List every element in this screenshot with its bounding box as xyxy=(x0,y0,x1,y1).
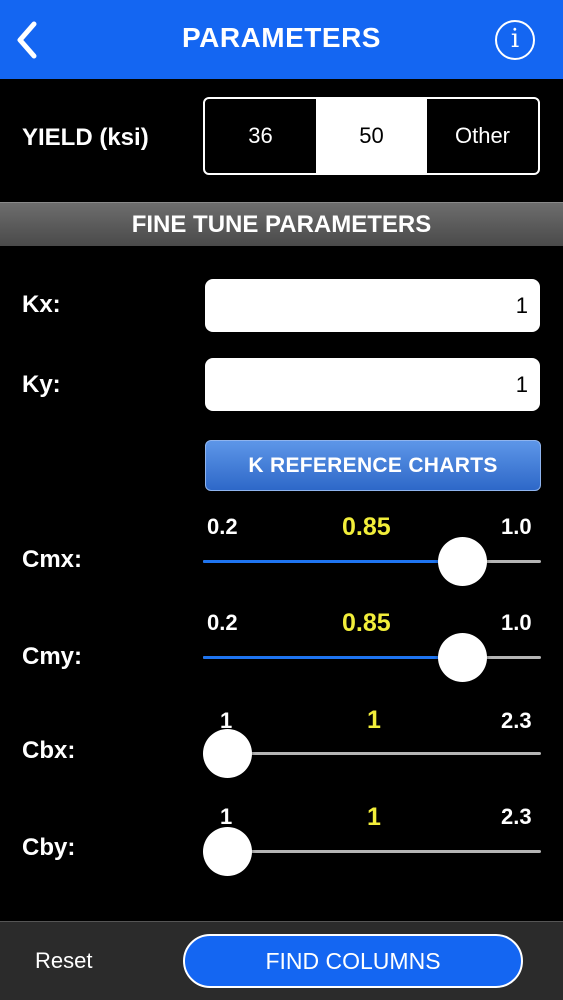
cbx-value: 1 xyxy=(367,706,381,734)
cmy-slider-thumb[interactable] xyxy=(438,633,488,682)
cbx-slider[interactable] xyxy=(202,729,541,778)
cmx-slider-fill xyxy=(203,560,463,563)
page-title: PARAMETERS xyxy=(182,22,381,53)
cmy-min: 0.2 xyxy=(207,610,238,635)
cmx-label: Cmx: xyxy=(22,546,83,573)
cmy-label: Cmy: xyxy=(22,643,83,670)
section-header: FINE TUNE PARAMETERS xyxy=(0,202,563,246)
ky-field[interactable] xyxy=(205,358,540,411)
find-columns-button[interactable]: FIND COLUMNS xyxy=(183,934,523,988)
cby-label: Cby: xyxy=(22,834,76,861)
cby-value: 1 xyxy=(367,803,381,831)
kx-label: Kx: xyxy=(22,291,61,318)
yield-segmented-control: 36 50 Other xyxy=(203,97,540,175)
cmy-slider-fill xyxy=(203,656,463,659)
cmx-slider-thumb[interactable] xyxy=(438,537,488,586)
info-icon[interactable]: i xyxy=(495,20,535,60)
cmx-max: 1.0 xyxy=(501,514,532,539)
k-reference-charts-button[interactable]: K REFERENCE CHARTS xyxy=(205,440,541,491)
yield-label: YIELD (ksi) xyxy=(22,124,149,151)
cmx-value: 0.85 xyxy=(342,513,391,541)
cmx-slider[interactable] xyxy=(203,537,541,586)
ky-label: Ky: xyxy=(22,371,61,398)
yield-option-50[interactable]: 50 xyxy=(316,99,427,173)
nav-bar: PARAMETERS i xyxy=(0,0,563,79)
cby-slider-thumb[interactable] xyxy=(202,827,252,876)
bottom-toolbar: Reset FIND COLUMNS xyxy=(0,921,563,1000)
reset-button[interactable]: Reset xyxy=(35,948,92,974)
cmy-value: 0.85 xyxy=(342,609,391,637)
cbx-max: 2.3 xyxy=(501,708,532,733)
cmy-slider[interactable] xyxy=(203,633,541,682)
cbx-slider-thumb[interactable] xyxy=(202,729,252,778)
kx-field[interactable] xyxy=(205,279,540,332)
cby-max: 2.3 xyxy=(501,804,532,829)
cby-slider[interactable] xyxy=(202,827,541,876)
yield-option-other[interactable]: Other xyxy=(427,99,538,173)
yield-option-36[interactable]: 36 xyxy=(205,99,316,173)
cmx-min: 0.2 xyxy=(207,514,238,539)
cmy-max: 1.0 xyxy=(501,610,532,635)
cbx-label: Cbx: xyxy=(22,737,76,764)
